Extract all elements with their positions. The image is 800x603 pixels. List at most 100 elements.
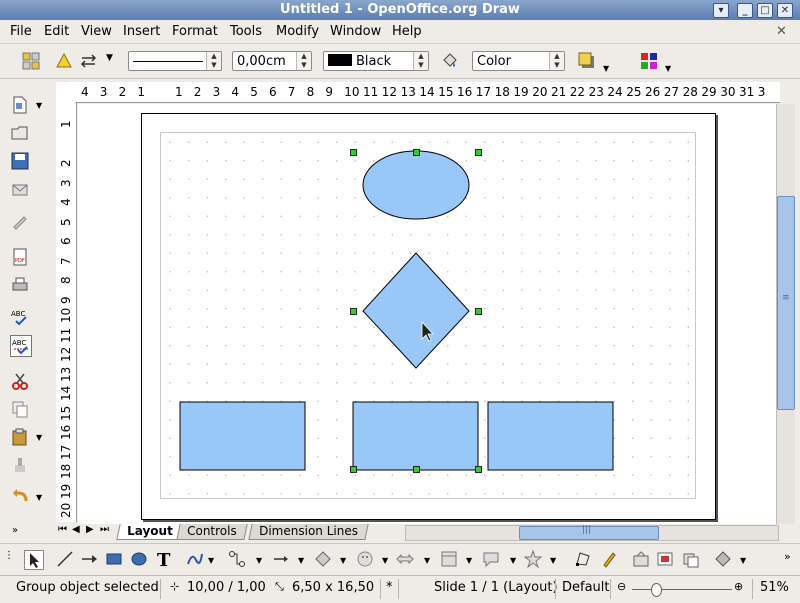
edit-file-icon[interactable] (10, 211, 30, 231)
color-palette-icon[interactable] (640, 52, 658, 70)
chevron-down-icon[interactable]: ▼ (510, 556, 516, 565)
undo-icon[interactable] (10, 487, 30, 507)
chevron-down-icon[interactable]: ▼ (36, 433, 42, 442)
email-icon[interactable] (10, 179, 30, 199)
flowchart-icon[interactable] (440, 550, 458, 568)
close-window-button[interactable]: ✕ (777, 3, 793, 18)
modified-indicator[interactable]: * (386, 580, 393, 595)
clone-formatting-icon[interactable] (10, 455, 30, 475)
chevron-down-icon[interactable]: ▼ (603, 64, 609, 73)
zoom-in-icon[interactable]: ⊕ (734, 580, 743, 593)
tab-layout[interactable]: Layout (116, 524, 184, 540)
vertical-scroll-thumb[interactable]: ≡ (777, 196, 795, 410)
line-tool-icon[interactable] (56, 550, 74, 568)
chevron-down-icon[interactable]: ▼ (208, 556, 214, 565)
ellipse-tool-icon[interactable] (130, 550, 148, 568)
callouts-icon[interactable] (482, 550, 500, 568)
chevron-down-icon[interactable]: ▼ (466, 556, 472, 565)
export-pdf-icon[interactable]: PDF (10, 247, 30, 267)
lines-arrows-icon[interactable] (272, 550, 290, 568)
select-pointer-icon[interactable] (24, 550, 44, 570)
more-tools-icon[interactable]: » (784, 550, 791, 563)
line-properties-icon[interactable] (55, 52, 73, 70)
tab-controls[interactable]: Controls (176, 524, 248, 540)
area-style-select[interactable]: Color ▲ ▼ (472, 51, 565, 71)
chevron-down-icon[interactable]: ▼ (298, 556, 304, 565)
new-document-icon[interactable] (10, 95, 30, 115)
menu-modify[interactable]: Modify (276, 24, 319, 39)
spinner-arrows-icon[interactable]: ▲ ▼ (206, 52, 221, 70)
chevron-down-icon[interactable]: ▼ (36, 493, 42, 502)
spellcheck-icon[interactable]: ABC (10, 307, 30, 327)
menu-help[interactable]: Help (392, 24, 422, 39)
next-tab-icon[interactable]: ▶ (86, 524, 94, 535)
horizontal-ruler[interactable]: 4 3 2 1 1 2 3 4 5 6 7 8 9 10 11 12 13 14 15 16 17 18 19 20 21 22 2… (56, 82, 780, 103)
maximize-button[interactable]: □ (757, 3, 773, 18)
symbol-shapes-icon[interactable] (356, 550, 374, 568)
color-swatch (328, 54, 352, 66)
stars-icon[interactable] (524, 550, 542, 568)
spinner-arrows-icon[interactable]: ▲ ▼ (413, 52, 428, 70)
gluepoints-icon[interactable] (600, 550, 618, 568)
zoom-out-icon[interactable]: ⊖ (617, 580, 626, 593)
save-icon[interactable] (10, 151, 30, 171)
first-tab-icon[interactable]: ⏮ (58, 524, 67, 535)
previous-tab-icon[interactable]: ◀ (72, 524, 80, 535)
shadow-icon[interactable] (578, 52, 596, 70)
chevron-down-icon[interactable]: ▼ (665, 64, 671, 73)
tab-dimension-lines[interactable]: Dimension Lines (248, 524, 369, 540)
zoom-slider-track[interactable] (632, 589, 732, 590)
autospellcheck-icon[interactable]: ABC (10, 335, 32, 357)
line-style-select[interactable]: ▲ ▼ (128, 51, 222, 71)
chevron-down-icon[interactable]: ▼ (36, 101, 42, 110)
menu-tools[interactable]: Tools (230, 24, 262, 39)
fontwork-icon[interactable] (632, 550, 650, 568)
menu-edit[interactable]: Edit (44, 24, 69, 39)
menu-view[interactable]: View (81, 24, 112, 39)
curve-tool-icon[interactable] (186, 550, 204, 568)
arrow-style-icon[interactable] (80, 52, 98, 70)
more-tools-icon[interactable]: » (12, 525, 18, 536)
menu-file[interactable]: File (10, 24, 32, 39)
chevron-down-icon[interactable]: ▾ (713, 3, 729, 18)
paste-icon[interactable] (10, 427, 30, 447)
connector-tool-icon[interactable] (228, 550, 246, 568)
spinner-arrows-icon[interactable]: ▲ ▼ (549, 52, 564, 70)
minimize-button[interactable]: _ (737, 3, 753, 18)
basic-shapes-icon[interactable] (314, 550, 332, 568)
from-file-icon[interactable] (656, 550, 674, 568)
block-arrows-icon[interactable] (396, 550, 414, 568)
line-arrow-tool-icon[interactable] (80, 550, 98, 568)
menu-insert[interactable]: Insert (123, 24, 160, 39)
gallery-icon[interactable] (682, 550, 700, 568)
menu-format[interactable]: Format (172, 24, 218, 39)
copy-icon[interactable] (10, 399, 30, 419)
chevron-down-icon[interactable]: ▼ (382, 556, 388, 565)
points-icon[interactable] (574, 550, 592, 568)
chevron-down-icon[interactable]: ▼ (550, 556, 556, 565)
menu-window[interactable]: Window (330, 24, 381, 39)
chevron-down-icon[interactable]: ▼ (256, 556, 262, 565)
zoom-slider-thumb[interactable] (651, 583, 662, 597)
styles-icon[interactable] (22, 52, 40, 70)
spinner-arrows-icon[interactable]: ▲ ▼ (296, 52, 311, 70)
zoom-level[interactable]: 51% (760, 580, 789, 595)
horizontal-scroll-thumb[interactable]: ||| (519, 525, 659, 540)
print-icon[interactable] (10, 275, 30, 295)
vertical-ruler[interactable]: 1 2 3 4 5 6 7 8 9 10 11 12 13 14 15 16 17 18 19 20 (56, 102, 77, 522)
rectangle-tool-icon[interactable] (105, 550, 123, 568)
line-color-select[interactable]: Black ▲ ▼ (323, 51, 429, 71)
line-width-field[interactable]: 0,00cm ▲ ▼ (232, 51, 312, 71)
extrusion-icon[interactable] (714, 550, 732, 568)
chevron-down-icon[interactable]: ▼ (740, 556, 746, 565)
close-document-icon[interactable]: ✕ (776, 24, 787, 39)
text-tool-icon[interactable]: T (155, 550, 173, 568)
open-folder-icon[interactable] (10, 123, 30, 143)
cut-icon[interactable] (10, 371, 30, 391)
last-tab-icon[interactable]: ⏭ (100, 524, 109, 535)
ruler-tick-label: 14 (419, 85, 435, 99)
chevron-down-icon[interactable]: ▼ (340, 556, 346, 565)
chevron-down-icon[interactable]: ▼ (424, 556, 430, 565)
area-fill-icon[interactable] (440, 52, 458, 70)
chevron-down-icon[interactable]: ▼ (106, 53, 113, 63)
